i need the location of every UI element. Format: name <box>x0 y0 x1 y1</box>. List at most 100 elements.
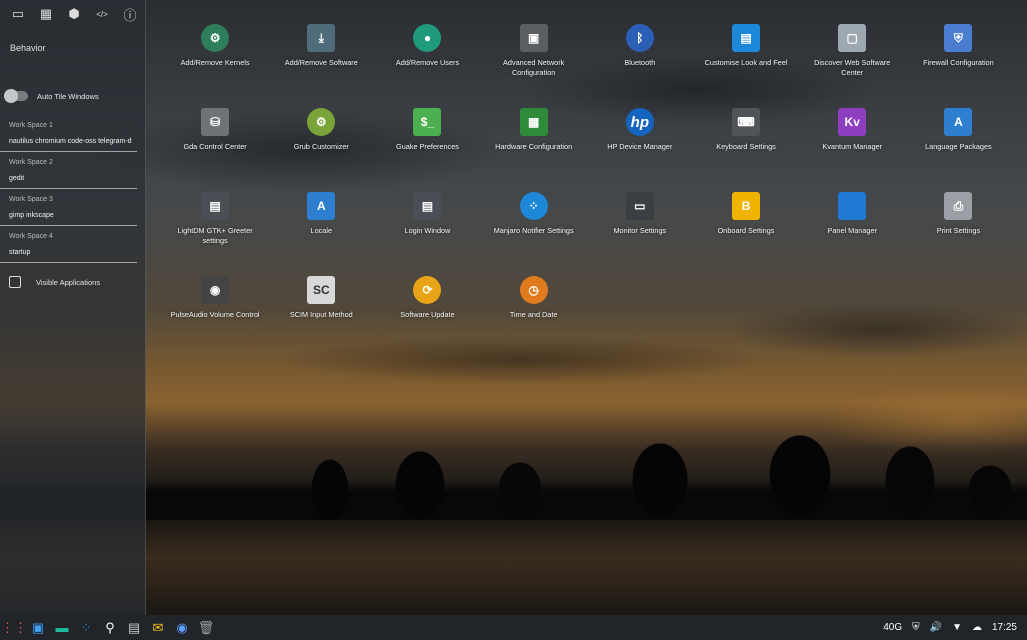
gear-wrench-icon[interactable]: ⚙ <box>201 24 230 52</box>
panel-icon[interactable] <box>838 192 867 220</box>
login-window-icon[interactable]: ▤ <box>413 192 442 220</box>
app-label: Advanced Network Configuration <box>503 58 565 77</box>
auto-tile-toggle[interactable] <box>4 89 28 103</box>
taskbar: ⋮⋮ ▣ ▬ ⁘ ⚲ ▤ ✉ ◉ 🗑 40G ⛨ 🔊 ▼ ☁ 17:25 <box>0 615 1027 640</box>
shield-icon[interactable]: ⛨ <box>912 622 920 633</box>
app-launcher[interactable]: B Onboard Settings <box>693 186 799 270</box>
files-icon[interactable]: ▤ <box>122 617 146 639</box>
code-icon[interactable]: </> <box>88 0 116 28</box>
visible-apps-checkbox[interactable] <box>9 276 21 288</box>
app-label: Login Window <box>404 226 451 235</box>
scim-icon[interactable]: SC <box>307 276 336 304</box>
clock-time[interactable]: 17:25 <box>992 622 1017 633</box>
app-launcher[interactable]: Panel Manager <box>799 186 905 270</box>
app-launcher[interactable]: SC SCIM Input Method <box>268 270 374 354</box>
database-icon[interactable]: ⛁ <box>201 108 230 136</box>
terminal-icon[interactable]: $_ <box>413 108 442 136</box>
wifi-icon[interactable]: ▼ <box>952 622 962 633</box>
grub-gear-icon[interactable]: ⚙ <box>307 108 336 136</box>
app-launcher[interactable]: ⎙ Print Settings <box>905 186 1011 270</box>
app-menu-icon[interactable]: ⋮⋮ <box>1 617 27 639</box>
notifier-icon[interactable]: ⁘ <box>519 192 548 220</box>
app-label: LightDM GTK+ Greeter settings <box>177 226 253 245</box>
notifier-icon[interactable]: ⁘ <box>74 617 98 639</box>
app-launcher[interactable]: ᛒ Bluetooth <box>587 18 693 102</box>
app-launcher[interactable]: ▤ Login Window <box>374 186 480 270</box>
app-launcher[interactable]: ⁘ Manjaro Notifier Settings <box>481 186 587 270</box>
app-label: Panel Manager <box>827 226 877 235</box>
speaker-icon[interactable]: ◉ <box>201 276 230 304</box>
keyboard-icon[interactable]: ⌨ <box>732 108 761 136</box>
locale-icon[interactable]: A <box>307 192 336 220</box>
workspaces-icon[interactable]: ▣ <box>26 617 50 639</box>
browser-icon[interactable]: ◉ <box>170 617 194 639</box>
app-launcher[interactable]: ⚙ Grub Customizer <box>268 102 374 186</box>
network-port-icon[interactable]: ▣ <box>519 24 548 52</box>
app-launcher[interactable]: ◉ PulseAudio Volume Control <box>162 270 268 354</box>
auto-tile-label: Auto Tile Windows <box>37 91 99 101</box>
update-arrows-icon[interactable]: ⟳ <box>413 276 442 304</box>
clock-icon[interactable]: ◷ <box>519 276 548 304</box>
app-launcher[interactable]: ▤ Customise Look and Feel <box>693 18 799 102</box>
app-label: Manjaro Notifier Settings <box>493 226 574 235</box>
app-label: PulseAudio Volume Control <box>170 310 260 319</box>
app-launcher[interactable]: ◷ Time and Date <box>481 270 587 354</box>
app-launcher[interactable]: ● Add/Remove Users <box>374 18 480 102</box>
display-settings-icon[interactable]: ▤ <box>732 24 761 52</box>
onboard-keyboard-icon[interactable]: B <box>732 192 761 220</box>
app-launcher[interactable]: hp HP Device Manager <box>587 102 693 186</box>
circuit-board-icon[interactable]: ▦ <box>519 108 548 136</box>
user-icon[interactable]: ● <box>413 24 442 52</box>
workspace-apps-field[interactable]: startup <box>0 245 137 263</box>
visible-apps-row[interactable]: Visible Applications <box>0 263 145 288</box>
monitor-icon[interactable]: ▭ <box>625 192 654 220</box>
shield-icon[interactable]: ⛨ <box>944 24 973 52</box>
volume-icon[interactable]: 🔊 <box>930 622 942 633</box>
monitor-icon[interactable]: ▭ <box>4 0 32 28</box>
app-launcher[interactable]: ⚙ Add/Remove Kernels <box>162 18 268 102</box>
printer-icon[interactable]: ⎙ <box>944 192 973 220</box>
auto-tile-row[interactable]: Auto Tile Windows <box>0 84 145 108</box>
mail-icon[interactable]: ✉ <box>146 617 170 639</box>
info-icon[interactable]: ⓘ <box>116 0 144 28</box>
app-launcher[interactable]: ⤓ Add/Remove Software <box>268 18 374 102</box>
download-box-icon[interactable]: ⤓ <box>307 24 336 52</box>
search-icon[interactable]: ⚲ <box>98 617 122 639</box>
store-bag-icon[interactable]: ▢ <box>838 24 867 52</box>
section-heading: Behavior <box>10 43 46 53</box>
workspace-apps-field[interactable]: gedit <box>0 171 137 189</box>
bluetooth-icon[interactable]: ᛒ <box>625 24 654 52</box>
workspace-apps-field[interactable]: nautilus chromium code-oss telegram-d <box>0 134 137 152</box>
kvantum-icon[interactable]: Kv <box>838 108 867 136</box>
storage-indicator[interactable]: 40G <box>883 622 902 633</box>
app-launcher[interactable]: A Language Packages <box>905 102 1011 186</box>
workspace-apps-field[interactable]: gimp inkscape <box>0 208 137 226</box>
app-launcher[interactable]: ▢ Discover Web Software Center <box>799 18 905 102</box>
app-launcher[interactable]: ▭ Monitor Settings <box>587 186 693 270</box>
login-panel-icon[interactable]: ▤ <box>201 192 230 220</box>
app-launcher[interactable]: Kv Kvantum Manager <box>799 102 905 186</box>
app-label: Bluetooth <box>624 58 656 67</box>
app-launcher[interactable]: ⛨ Firewall Configuration <box>905 18 1011 102</box>
show-desktop-icon[interactable]: ▬ <box>50 617 74 639</box>
app-launcher[interactable]: A Locale <box>268 186 374 270</box>
app-launcher[interactable]: ▦ Hardware Configuration <box>481 102 587 186</box>
visible-apps-label: Visible Applications <box>36 277 101 287</box>
app-launcher[interactable]: ▣ Advanced Network Configuration <box>481 18 587 102</box>
workspace-1: Work Space 1 nautilus chromium code-oss … <box>0 115 145 152</box>
app-launcher[interactable]: ⌨ Keyboard Settings <box>693 102 799 186</box>
app-launcher[interactable]: ▤ LightDM GTK+ Greeter settings <box>162 186 268 270</box>
app-launcher[interactable]: ⛁ Gda Control Center <box>162 102 268 186</box>
app-launcher[interactable]: ⟳ Software Update <box>374 270 480 354</box>
app-launcher[interactable]: $_ Guake Preferences <box>374 102 480 186</box>
language-icon[interactable]: A <box>944 108 973 136</box>
network-cloud-icon[interactable]: ☁ <box>972 622 982 633</box>
grid-icon[interactable]: ▦ <box>32 0 60 28</box>
workspace-4: Work Space 4 startup <box>0 226 145 263</box>
app-label: Onboard Settings <box>717 226 775 235</box>
trash-icon[interactable]: 🗑 <box>194 617 218 639</box>
app-label: Time and Date <box>509 310 558 319</box>
workspace-label: Work Space 4 <box>9 233 53 240</box>
hp-logo-icon[interactable]: hp <box>625 108 654 136</box>
hexagon-icon[interactable]: ⬢ <box>60 0 88 28</box>
